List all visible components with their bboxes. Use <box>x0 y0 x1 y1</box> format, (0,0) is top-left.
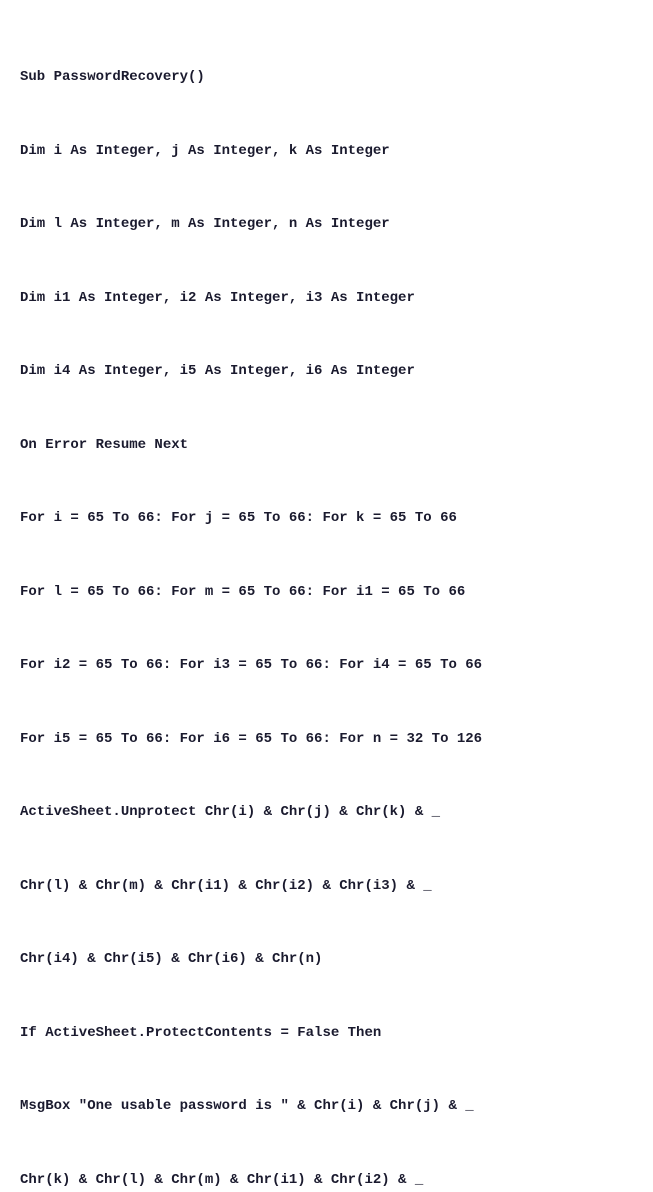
code-line: MsgBox "One usable password is " & Chr(i… <box>20 1094 633 1119</box>
code-line: If ActiveSheet.ProtectContents = False T… <box>20 1021 633 1046</box>
code-line: Dim i1 As Integer, i2 As Integer, i3 As … <box>20 286 633 311</box>
code-line: For l = 65 To 66: For m = 65 To 66: For … <box>20 580 633 605</box>
code-line: For i = 65 To 66: For j = 65 To 66: For … <box>20 506 633 531</box>
code-line: Dim l As Integer, m As Integer, n As Int… <box>20 212 633 237</box>
code-line: Chr(l) & Chr(m) & Chr(i1) & Chr(i2) & Ch… <box>20 874 633 899</box>
code-line: Sub PasswordRecovery() <box>20 65 633 90</box>
code-line: For i2 = 65 To 66: For i3 = 65 To 66: Fo… <box>20 653 633 678</box>
code-line: Dim i4 As Integer, i5 As Integer, i6 As … <box>20 359 633 384</box>
code-line: On Error Resume Next <box>20 433 633 458</box>
code-line: ActiveSheet.Unprotect Chr(i) & Chr(j) & … <box>20 800 633 825</box>
code-line: Dim i As Integer, j As Integer, k As Int… <box>20 139 633 164</box>
code-line: For i5 = 65 To 66: For i6 = 65 To 66: Fo… <box>20 727 633 752</box>
code-line: Chr(i4) & Chr(i5) & Chr(i6) & Chr(n) <box>20 947 633 972</box>
code-line: Chr(k) & Chr(l) & Chr(m) & Chr(i1) & Chr… <box>20 1168 633 1192</box>
code-block: Sub PasswordRecovery() Dim i As Integer,… <box>20 16 633 1192</box>
